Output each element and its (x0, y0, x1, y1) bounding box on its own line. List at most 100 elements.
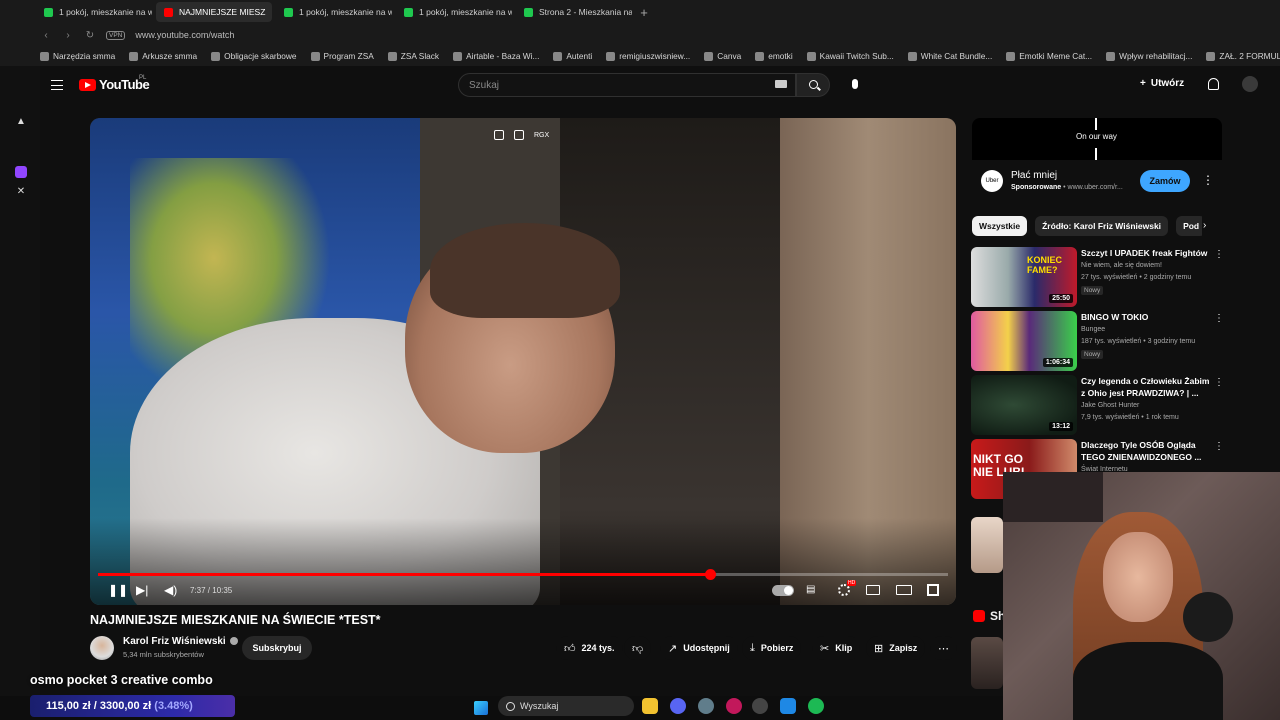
video-thumbnail[interactable]: KONIEC FAME? 25:50 (971, 247, 1077, 307)
channel-name[interactable]: Bungee (1081, 326, 1105, 333)
more-icon[interactable]: ⋮ (1214, 313, 1224, 324)
notifications-icon[interactable] (1208, 78, 1219, 90)
chip-source[interactable]: Źródło: Karol Friz Wiśniewski (1035, 216, 1169, 236)
back-icon[interactable]: ‹ (40, 30, 52, 41)
bookmark-item[interactable]: ZSA Slack (387, 51, 439, 61)
bookmark-item[interactable]: Canva (704, 51, 741, 61)
microphone-icon[interactable] (852, 79, 858, 89)
taskbar-search[interactable]: Wyszukaj (498, 696, 634, 716)
search-button[interactable] (796, 73, 830, 97)
bookmark-item[interactable]: emotki (755, 51, 793, 61)
ad-more-icon[interactable]: ⋮ (1202, 174, 1214, 186)
new-tab-button[interactable]: + (636, 5, 652, 20)
arc-icon[interactable]: ▲ (15, 116, 27, 128)
video-thumbnail[interactable] (971, 517, 1003, 573)
video-title[interactable]: Czy legenda o Człowieku Żabim z Ohio jes… (1081, 375, 1211, 399)
progress-scrubber[interactable] (705, 569, 716, 580)
browser-tab-active[interactable]: NAJMNIEJSZE MIESZ (156, 2, 272, 22)
bookmark-item[interactable]: remigiuszwisniew... (606, 51, 690, 61)
theater-mode-icon[interactable] (896, 585, 912, 595)
uber-logo[interactable]: Uber (981, 170, 1003, 192)
channel-name[interactable]: Nie wiem, ale się dowiem! (1081, 262, 1162, 269)
order-button[interactable]: Zamów (1140, 170, 1190, 192)
share-button[interactable]: ↗ Udostępnij (660, 636, 738, 660)
vpn-badge[interactable]: VPN (106, 30, 126, 40)
more-icon[interactable]: ⋮ (1214, 249, 1224, 260)
subtitles-icon[interactable]: ▤ (806, 584, 815, 596)
chevron-right-icon[interactable]: › (1203, 220, 1206, 231)
x-icon[interactable]: ✕ (15, 186, 27, 198)
video-thumbnail[interactable]: 1:06:34 (971, 311, 1077, 371)
bookmark-item[interactable]: Kawaii Twitch Sub... (806, 51, 894, 61)
windows-start-icon[interactable] (474, 701, 488, 715)
browser-tab[interactable]: Strona 2 - Mieszkania na (516, 2, 632, 22)
rgx-label[interactable]: RGX (534, 132, 549, 139)
bookmark-item[interactable]: Arkusze smma (129, 51, 197, 61)
miniplayer-icon[interactable] (866, 585, 880, 595)
discord-icon[interactable] (670, 698, 686, 714)
app-icon[interactable] (780, 698, 796, 714)
pip-icon[interactable] (514, 130, 524, 140)
opera-gx-icon[interactable] (726, 698, 742, 714)
obs-icon[interactable] (752, 698, 768, 714)
bookmark-item[interactable]: Obligacje skarbowe (211, 51, 297, 61)
more-actions-button[interactable]: ⋯ (930, 636, 957, 660)
autoplay-toggle[interactable] (772, 585, 794, 596)
like-button[interactable]: 👍︎ 224 tys. (556, 636, 623, 660)
chip-related[interactable]: Pod (1176, 216, 1202, 236)
bookmark-item[interactable]: Emotki Meme Cat... (1006, 51, 1092, 61)
url-field[interactable]: www.youtube.com/watch (135, 30, 234, 40)
bookmark-item[interactable]: ZAŁ. 2 FORMULAR... (1206, 51, 1280, 61)
ad-title[interactable]: Płać mniej (1011, 170, 1057, 181)
download-button[interactable]: ⤓ Pobierz (742, 636, 802, 660)
keyboard-icon[interactable] (775, 80, 787, 88)
bookmark-item[interactable]: Narzędzia smma (40, 51, 115, 61)
menu-icon[interactable] (51, 80, 63, 90)
fullscreen-icon[interactable] (927, 584, 939, 596)
dislike-button[interactable]: 👎︎ (624, 636, 652, 660)
settings-app-icon[interactable] (698, 698, 714, 714)
bookmark-item[interactable]: Autenti (553, 51, 592, 61)
forward-icon[interactable]: › (62, 30, 74, 41)
progress-bar[interactable] (98, 569, 948, 580)
short-thumbnail[interactable] (971, 637, 1003, 689)
bookmark-item[interactable]: Airtable - Baza Wi... (453, 51, 539, 61)
webcam-person-face (1103, 532, 1173, 622)
search-input[interactable]: Szukaj (458, 73, 796, 97)
video-player[interactable]: RGX ❚❚ ▶| ◀) 7:37 / 10:35 ▤ HD (90, 118, 956, 605)
channel-name[interactable]: Karol Friz Wiśniewski (123, 636, 238, 647)
subscribe-button[interactable]: Subskrybuj (242, 636, 312, 660)
create-button[interactable]: + Utwórz (1140, 78, 1184, 89)
reload-icon[interactable]: ↻ (84, 30, 96, 41)
volume-icon[interactable]: ◀) (164, 584, 177, 596)
pause-icon[interactable]: ❚❚ (108, 584, 128, 596)
user-avatar[interactable] (1242, 76, 1258, 92)
save-button[interactable]: ⊞ Zapisz (866, 636, 926, 660)
video-thumbnail[interactable]: 13:12 (971, 375, 1077, 435)
ad-banner[interactable]: On our way (972, 118, 1222, 160)
youtube-logo-icon[interactable] (79, 79, 96, 91)
chip-all[interactable]: Wszystkie (972, 216, 1028, 236)
copy-icon[interactable] (494, 130, 504, 140)
twitch-icon[interactable] (15, 166, 27, 178)
next-icon[interactable]: ▶| (136, 584, 148, 596)
browser-tab[interactable]: 1 pokój, mieszkanie na wy (276, 2, 392, 22)
browser-tab[interactable]: 1 pokój, mieszkanie na wy (36, 2, 152, 22)
recommendation-item[interactable]: KONIEC FAME? 25:50 Szczyt I UPADEK freak… (971, 247, 1224, 307)
video-title[interactable]: Szczyt I UPADEK freak Fightów (1081, 247, 1211, 259)
clip-button[interactable]: ✂ Klip (812, 636, 861, 660)
recommendation-item[interactable]: 13:12 Czy legenda o Człowieku Żabim z Oh… (971, 375, 1224, 435)
more-icon[interactable]: ⋮ (1214, 377, 1224, 388)
spotify-icon[interactable] (808, 698, 824, 714)
more-icon[interactable]: ⋮ (1214, 441, 1224, 452)
file-explorer-icon[interactable] (642, 698, 658, 714)
bookmark-item[interactable]: Program ZSA (310, 51, 374, 61)
video-title[interactable]: Dlaczego Tyle OSÓB Ogląda TEGO ZNIENAWID… (1081, 439, 1211, 463)
channel-name[interactable]: Jake Ghost Hunter (1081, 402, 1139, 409)
video-title[interactable]: BINGO W TOKIO (1081, 311, 1211, 323)
recommendation-item[interactable]: 1:06:34 BINGO W TOKIO Bungee 187 tys. wy… (971, 311, 1224, 371)
bookmark-item[interactable]: Wpływ rehabilitacj... (1106, 51, 1192, 61)
bookmark-item[interactable]: White Cat Bundle... (907, 51, 992, 61)
channel-avatar[interactable] (90, 636, 114, 660)
browser-tab[interactable]: 1 pokój, mieszkanie na wy (396, 2, 512, 22)
